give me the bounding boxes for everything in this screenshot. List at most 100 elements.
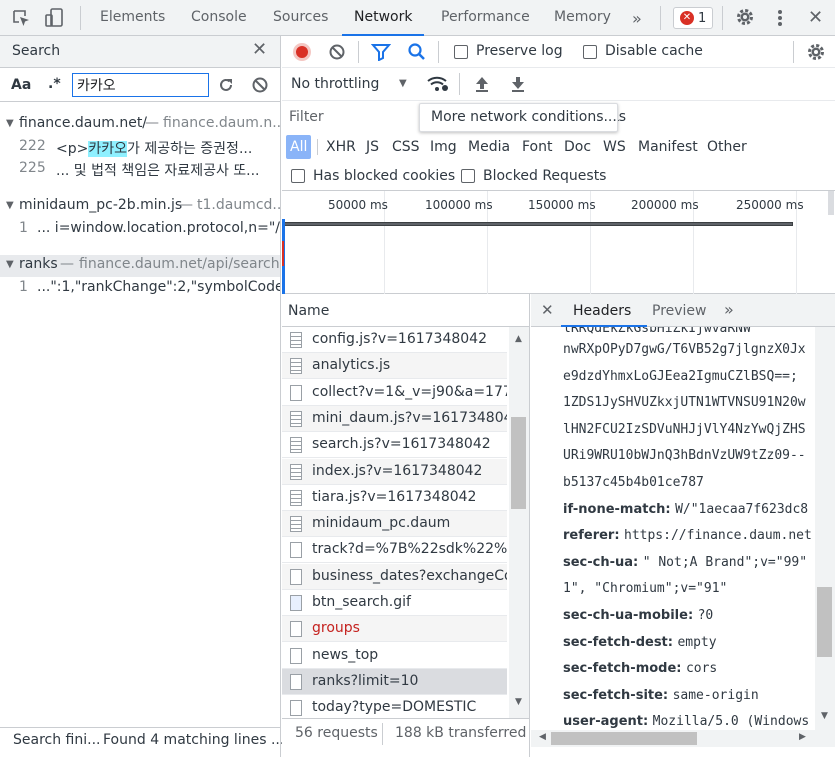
type-filter-font[interactable]: Font xyxy=(522,139,552,155)
request-row[interactable]: track?d=%7B%22sdk%22%3A xyxy=(282,537,507,564)
script-file-icon xyxy=(290,332,302,348)
scroll-thumb[interactable] xyxy=(817,587,832,657)
scroll-thumb[interactable] xyxy=(511,417,526,509)
search-result-line[interactable]: 1 ... i=window.location.protocol,n="/... xyxy=(0,218,280,240)
request-row[interactable]: today?type=DOMESTIC xyxy=(282,695,507,718)
preserve-log-checkbox[interactable] xyxy=(454,45,468,59)
tab-headers[interactable]: Headers xyxy=(573,303,631,319)
type-filter-all[interactable]: All xyxy=(286,135,312,159)
network-settings-gear-icon[interactable] xyxy=(806,42,826,62)
network-conditions-wifi-icon[interactable] xyxy=(426,75,450,93)
request-row[interactable]: groups xyxy=(282,616,507,643)
scroll-down-arrow-icon[interactable]: ▼ xyxy=(821,711,828,721)
tab-preview[interactable]: Preview xyxy=(652,303,707,319)
tab-memory[interactable]: Memory xyxy=(554,0,611,35)
settings-gear-icon[interactable] xyxy=(735,7,755,27)
more-tabs-icon[interactable]: » xyxy=(724,300,734,319)
request-row[interactable]: news_top xyxy=(282,643,507,669)
more-options-icon[interactable] xyxy=(775,8,785,28)
blocked-requests-checkbox[interactable] xyxy=(461,169,475,183)
search-icon[interactable] xyxy=(407,42,427,62)
search-result-file[interactable]: ▼ finance.daum.net/ — finance.daum.n... xyxy=(0,114,280,136)
request-row[interactable]: btn_search.gif xyxy=(282,590,507,616)
type-filter-xhr[interactable]: XHR xyxy=(326,139,356,155)
divider xyxy=(438,41,439,63)
request-name: collect?v=1&_v=j90&a=17795 xyxy=(312,383,507,400)
request-name: ranks?limit=10 xyxy=(312,672,419,689)
chevron-down-icon[interactable]: ▼ xyxy=(399,78,407,89)
export-har-icon[interactable] xyxy=(510,75,526,93)
search-result-line[interactable]: 225 ... 및 법적 책임은 자료제공사 또... xyxy=(0,158,280,180)
header-key: if-none-match: xyxy=(563,501,671,517)
error-badge[interactable]: ✕ 1 xyxy=(673,7,714,29)
scroll-right-arrow-icon[interactable]: ▶ xyxy=(799,732,806,742)
transferred-size: 188 kB transferred xyxy=(395,725,527,741)
name-column-header[interactable]: Name xyxy=(288,303,329,319)
request-row[interactable]: config.js?v=1617348042 xyxy=(282,327,507,353)
scroll-thumb[interactable] xyxy=(551,732,697,745)
script-file-icon xyxy=(290,463,302,480)
type-filter-js[interactable]: JS xyxy=(366,139,379,155)
has-blocked-cookies-checkbox[interactable] xyxy=(291,169,305,183)
result-file-name: minidaum_pc-2b.min.js xyxy=(19,197,183,213)
search-result-file[interactable]: ▼ ranks — finance.daum.net/api/search... xyxy=(0,255,280,277)
request-name: btn_search.gif xyxy=(312,594,411,610)
filter-funnel-icon[interactable] xyxy=(371,43,391,61)
request-row[interactable]: ranks?limit=10 xyxy=(282,668,507,695)
type-filter-img[interactable]: Img xyxy=(430,139,457,155)
request-row[interactable]: index.js?v=1617348042 xyxy=(282,458,507,485)
tab-performance[interactable]: Performance xyxy=(441,0,530,35)
headers-vertical-scrollbar[interactable]: ▼ xyxy=(815,327,835,730)
tab-console[interactable]: Console xyxy=(191,0,247,35)
search-result-line[interactable]: 1 ...":1,"rankChange":2,"symbolCode... xyxy=(0,277,280,299)
type-filter-doc[interactable]: Doc xyxy=(564,139,591,155)
type-filter-other[interactable]: Other xyxy=(707,139,747,155)
request-row[interactable]: search.js?v=1617348042 xyxy=(282,432,507,459)
request-row[interactable]: mini_daum.js?v=1617348042 xyxy=(282,405,507,432)
header-key: sec-fetch-dest: xyxy=(563,634,673,650)
type-filter-css[interactable]: CSS xyxy=(392,139,420,155)
search-result-file[interactable]: ▼ minidaum_pc-2b.min.js — t1.daumcd... xyxy=(0,196,280,218)
search-input[interactable] xyxy=(72,73,209,97)
request-row[interactable]: minidaum_pc.daum xyxy=(282,511,507,538)
type-filter-media[interactable]: Media xyxy=(468,139,510,155)
scroll-down-arrow-icon[interactable]: ▼ xyxy=(515,697,522,707)
filter-input[interactable]: Filter xyxy=(289,109,324,125)
record-icon[interactable] xyxy=(293,43,311,61)
search-result-line[interactable]: 222 <p>카카오가 제공하는 증권정... xyxy=(0,136,280,158)
request-count: 56 requests xyxy=(295,725,378,741)
refresh-icon[interactable] xyxy=(217,76,235,94)
request-list-scrollbar[interactable]: ▲ ▼ xyxy=(509,327,529,718)
tab-elements[interactable]: Elements xyxy=(100,0,165,35)
scroll-left-arrow-icon[interactable]: ◀ xyxy=(539,732,546,742)
headers-horizontal-scrollbar[interactable]: ◀ ▶ xyxy=(531,730,835,747)
request-row[interactable]: collect?v=1&_v=j90&a=17795 xyxy=(282,380,507,406)
clear-log-icon[interactable] xyxy=(328,43,346,61)
header-line: sec-fetch-site: same-origin xyxy=(563,687,759,703)
clear-search-icon[interactable] xyxy=(251,76,269,94)
close-search-icon[interactable]: ✕ xyxy=(252,39,267,60)
request-row[interactable]: business_dates?exchangeCou xyxy=(282,563,507,590)
device-toolbar-icon[interactable] xyxy=(44,7,66,29)
more-tabs-icon[interactable]: » xyxy=(632,9,642,28)
overview-timeline[interactable]: 50000 ms 100000 ms 150000 ms 200000 ms 2… xyxy=(282,191,835,294)
header-line: sec-fetch-dest: empty xyxy=(563,634,717,650)
type-filter-manifest[interactable]: Manifest xyxy=(638,139,698,155)
timeline-scroll-handle[interactable] xyxy=(828,191,834,215)
request-row[interactable]: tiara.js?v=1617348042 xyxy=(282,485,507,511)
disable-cache-checkbox[interactable] xyxy=(583,45,597,59)
regex-toggle[interactable]: .* xyxy=(48,76,61,92)
request-row[interactable]: analytics.js xyxy=(282,353,507,380)
match-case-toggle[interactable]: Aa xyxy=(11,77,31,93)
type-filter-ws[interactable]: WS xyxy=(603,139,626,155)
request-name: config.js?v=1617348042 xyxy=(312,331,487,347)
tab-network[interactable]: Network xyxy=(341,0,426,36)
close-devtools-icon[interactable]: ✕ xyxy=(808,7,823,28)
tab-sources[interactable]: Sources xyxy=(273,0,328,35)
inspect-element-icon[interactable] xyxy=(11,8,31,28)
close-details-icon[interactable]: ✕ xyxy=(541,301,554,319)
scroll-up-arrow-icon[interactable]: ▲ xyxy=(515,334,522,344)
import-har-icon[interactable] xyxy=(474,75,490,93)
throttling-select[interactable]: No throttling xyxy=(291,76,379,92)
request-name: business_dates?exchangeCou xyxy=(312,567,507,584)
